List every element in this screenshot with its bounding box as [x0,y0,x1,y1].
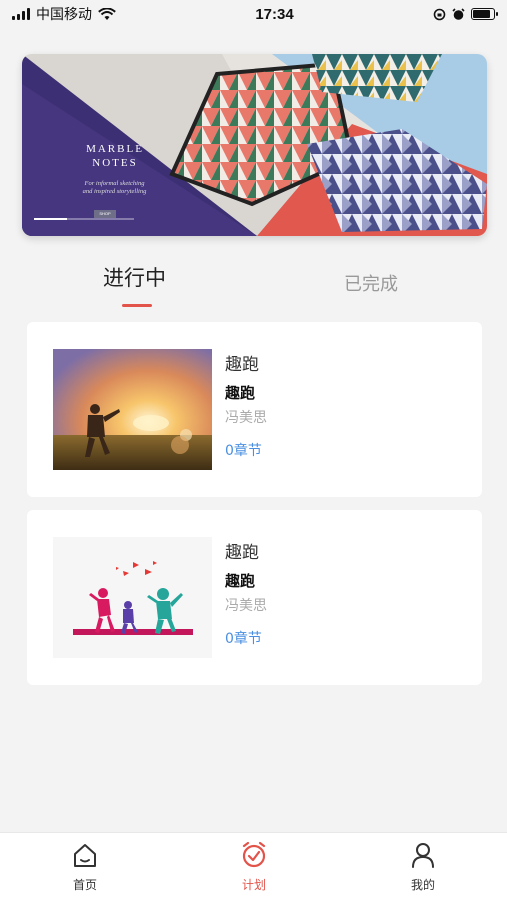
nav-item-mine[interactable]: 我的 [393,841,453,893]
status-right [433,7,498,21]
battery-icon [471,8,498,20]
course-card[interactable]: 趣跑 趣跑 冯美思 0章节 [27,322,482,497]
nav-mine-label: 我的 [410,878,435,892]
course-subtitle: 趣跑 [225,572,256,590]
banner-title-line1: MARBLE [86,143,144,155]
alarm-clock-icon [242,841,266,868]
bottom-nav: 首页 计划 我的 [0,832,507,900]
active-tab-indicator [122,304,152,307]
status-time: 17:34 [255,5,294,23]
tab-completed[interactable]: 已完成 [344,270,398,296]
status-left: 中国移动 [12,4,116,24]
carrier-label: 中国移动 [36,6,92,22]
course-thumbnail [53,537,212,658]
kids-running-image [53,537,212,658]
orientation-lock-icon [433,8,446,20]
home-icon [74,844,96,867]
nav-item-home[interactable]: 首页 [55,841,115,893]
banner-slide-progress [34,218,67,220]
course-author: 冯美思 [225,598,267,614]
banner-shop-button[interactable]: SHOP [94,210,116,218]
course-thumbnail [53,349,212,470]
wifi-icon [98,7,116,20]
banner-subtitle: For informal sketching and inspired stor… [62,180,167,196]
banner-subtitle-line1: For informal sketching [84,180,145,187]
banner-slide-indicator [34,218,134,220]
status-bar: 中国移动 17:34 [0,0,507,28]
promo-banner[interactable]: MARBLE NOTES For informal sketching and … [22,54,487,236]
nav-home-label: 首页 [72,878,97,892]
course-title: 趣跑 [225,355,259,375]
signal-icon [12,8,30,20]
course-subtitle: 趣跑 [225,384,256,402]
course-tabs: 进行中 已完成 [0,262,507,312]
sunset-run-image [53,349,212,470]
nav-plan-label: 计划 [241,878,266,892]
banner-title: MARBLE NOTES [80,142,150,170]
alarm-icon [452,7,465,20]
banner-title-line2: NOTES [92,157,138,169]
course-chapters-link[interactable]: 0章节 [225,628,262,648]
user-icon [412,843,434,868]
tab-in-progress[interactable]: 进行中 [103,262,166,292]
course-title: 趣跑 [225,543,259,563]
nav-item-plan[interactable]: 计划 [224,841,284,893]
course-chapters-link[interactable]: 0章节 [225,440,262,460]
course-author: 冯美思 [225,410,267,426]
course-card[interactable]: 趣跑 趣跑 冯美思 0章节 [27,510,482,685]
banner-subtitle-line2: and inspired storytelling [82,188,147,195]
